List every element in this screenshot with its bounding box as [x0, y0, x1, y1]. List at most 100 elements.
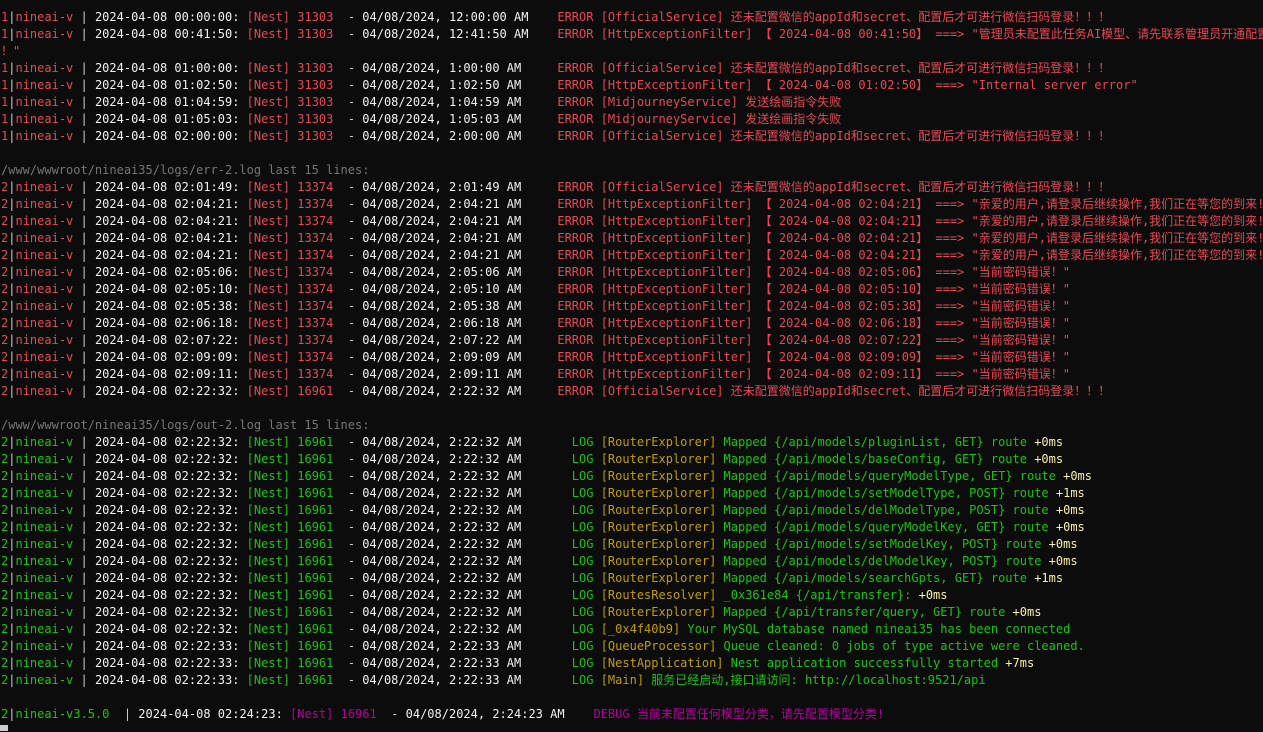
log-timestamp: 2024-04-08 02:00:00:: [94, 129, 247, 143]
separator: |: [80, 384, 95, 398]
nest-tag: [Nest]: [246, 265, 298, 279]
log-duration: +0ms: [1048, 520, 1085, 534]
log-level: LOG: [542, 622, 601, 636]
app-name: nineai-v: [15, 384, 81, 398]
log-timestamp: 2024-04-08 02:01:49:: [94, 180, 247, 194]
log-line: 2|nineai-v3.5.0 | 2024-04-08 02:24:23: […: [0, 706, 1263, 723]
log-line: 2|nineai-v | 2024-04-08 02:22:32: [Nest]…: [0, 502, 1263, 519]
log-level: ERROR: [542, 367, 601, 381]
log-timestamp: 2024-04-08 02:09:11:: [94, 367, 247, 381]
log-datetime: 04/08/2024, 1:02:50 AM: [362, 78, 543, 92]
process-pid: 16961: [297, 656, 334, 670]
log-context: [HttpExceptionFilter]: [600, 214, 760, 228]
app-name: nineai-v: [15, 605, 81, 619]
log-timestamp: 2024-04-08 02:05:06:: [94, 265, 247, 279]
log-context: [HttpExceptionFilter]: [600, 78, 760, 92]
log-line: 2|nineai-v | 2024-04-08 02:22:33: [Nest]…: [0, 638, 1263, 655]
log-datetime: 04/08/2024, 1:04:59 AM: [362, 95, 543, 109]
log-timestamp: 2024-04-08 02:22:32:: [94, 469, 247, 483]
log-datetime: 04/08/2024, 2:05:38 AM: [362, 299, 543, 313]
app-name: nineai-v: [15, 435, 81, 449]
log-message: 【 2024-04-08 02:04:21】 ===> "亲爱的用户,请登录后继…: [759, 214, 1263, 228]
app-name: nineai-v: [15, 350, 81, 364]
nest-tag: [Nest]: [246, 197, 298, 211]
log-line: 2|nineai-v | 2024-04-08 02:04:21: [Nest]…: [0, 247, 1263, 264]
separator: |: [80, 486, 95, 500]
log-level: LOG: [542, 588, 601, 602]
process-pid: 13374: [297, 231, 334, 245]
log-context: [HttpExceptionFilter]: [600, 299, 760, 313]
log-line: 2|nineai-v | 2024-04-08 02:09:09: [Nest]…: [0, 349, 1263, 366]
log-duration: +0ms: [1005, 605, 1042, 619]
app-name: nineai-v: [15, 197, 81, 211]
app-name: nineai-v: [15, 299, 81, 313]
err-log-block: 2|nineai-v | 2024-04-08 02:01:49: [Nest]…: [0, 179, 1263, 400]
process-pid: 31303: [297, 95, 334, 109]
debug-log-block: 2|nineai-v3.5.0 | 2024-04-08 02:24:23: […: [0, 706, 1263, 723]
nest-tag: [Nest]: [246, 248, 298, 262]
log-datetime: 04/08/2024, 2:05:10 AM: [362, 282, 543, 296]
log-level: LOG: [542, 656, 601, 670]
separator: |: [80, 180, 95, 194]
log-context: [MidjourneyService]: [600, 95, 746, 109]
nest-tag: [Nest]: [246, 333, 298, 347]
app-name: nineai-v: [15, 10, 81, 24]
terminal-output[interactable]: 1|nineai-v | 2024-04-08 00:00:00: [Nest]…: [0, 0, 1263, 732]
log-timestamp: 2024-04-08 01:02:50:: [94, 78, 247, 92]
log-message: 服务已经启动,接口请访问: http://localhost:9521/api: [651, 673, 986, 687]
log-datetime: 04/08/2024, 2:22:32 AM: [362, 554, 543, 568]
separator: -: [333, 486, 363, 500]
log-datetime: 04/08/2024, 2:04:21 AM: [362, 214, 543, 228]
nest-tag: [Nest]: [246, 673, 298, 687]
log-timestamp: 2024-04-08 02:22:33:: [94, 639, 247, 653]
app-name: nineai-v: [15, 316, 81, 330]
log-level: LOG: [542, 605, 601, 619]
log-duration: +0ms: [1026, 452, 1064, 466]
log-line: 2|nineai-v | 2024-04-08 02:22:32: [Nest]…: [0, 383, 1263, 400]
log-line: 2|nineai-v | 2024-04-08 02:22:33: [Nest]…: [0, 672, 1263, 689]
log-timestamp: 2024-04-08 02:22:32:: [94, 622, 247, 636]
log-level: LOG: [542, 520, 601, 534]
log-message: Your MySQL database named nineai35 has b…: [687, 622, 1071, 636]
log-level: ERROR: [542, 112, 601, 126]
log-message: 还未配置微信的appId和secret、配置后才可进行微信扫码登录！！！: [730, 10, 1111, 24]
process-pid: 31303: [297, 112, 334, 126]
log-context: [RouterExplorer]: [600, 435, 724, 449]
separator: -: [333, 554, 363, 568]
log-level: ERROR: [542, 61, 601, 75]
log-timestamp: 2024-04-08 02:22:32:: [94, 554, 247, 568]
separator: -: [333, 469, 363, 483]
log-context: [RouterExplorer]: [600, 554, 724, 568]
log-level: ERROR: [542, 316, 601, 330]
log-duration: +7ms: [998, 656, 1035, 670]
log-message: Mapped {/api/models/queryModelKey, GET} …: [723, 520, 1049, 534]
log-datetime: 04/08/2024, 2:22:32 AM: [362, 452, 543, 466]
separator: |: [80, 316, 95, 330]
app-name: nineai-v: [15, 248, 81, 262]
log-datetime: 04/08/2024, 12:41:50 AM: [362, 27, 543, 41]
separator: |: [80, 10, 95, 24]
separator: |: [80, 452, 95, 466]
log-datetime: 04/08/2024, 2:04:21 AM: [362, 231, 543, 245]
separator: -: [333, 537, 363, 551]
separator: |: [80, 248, 95, 262]
process-pid: 13374: [297, 316, 334, 330]
nest-tag: [Nest]: [246, 435, 298, 449]
log-datetime: 04/08/2024, 12:00:00 AM: [362, 10, 543, 24]
log-level: ERROR: [542, 265, 601, 279]
log-line: 1|nineai-v | 2024-04-08 02:00:00: [Nest]…: [0, 128, 1263, 145]
process-pid: 13374: [297, 180, 334, 194]
separator: -: [333, 248, 363, 262]
nest-tag: [Nest]: [246, 95, 298, 109]
nest-tag: [Nest]: [246, 571, 298, 585]
log-context: [HttpExceptionFilter]: [600, 265, 760, 279]
log-message: Mapped {/api/models/pluginList, GET} rou…: [723, 435, 1027, 449]
log-context: [RouterExplorer]: [600, 537, 724, 551]
separator: -: [333, 452, 363, 466]
separator: -: [333, 571, 363, 585]
log-level: ERROR: [542, 333, 601, 347]
log-message: 【 2024-04-08 02:09:11】 ===> "当前密码错误！": [759, 367, 1070, 381]
log-line: 2|nineai-v | 2024-04-08 02:22:32: [Nest]…: [0, 485, 1263, 502]
log-datetime: 04/08/2024, 2:04:21 AM: [362, 248, 543, 262]
log-line: 2|nineai-v | 2024-04-08 02:22:32: [Nest]…: [0, 451, 1263, 468]
